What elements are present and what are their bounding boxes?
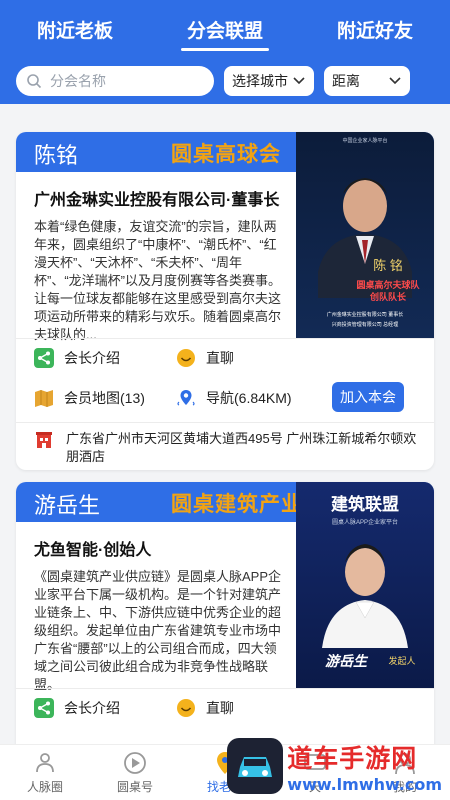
card-body: 尤鱼智能·创始人 《圆桌建筑产业供应链》是圆桌人脉APP企业家平台下属一级机构。… (16, 522, 296, 694)
branch-tag: 圆桌高球会 (171, 143, 281, 166)
photo-caption-top: 圆桌人脉APP企业家平台 (332, 518, 398, 526)
tab-bar: 附近老板 分会联盟 附近好友 (0, 16, 450, 51)
chat-label: 直聊 (206, 350, 234, 366)
search-input[interactable]: 分会名称 (16, 66, 214, 96)
card-body: 广州金琳实业控股有限公司·董事长 本着“绿色健康，友谊交流”的宗旨，建队两年来，… (16, 172, 296, 344)
share-icon (34, 698, 54, 718)
leader-intro-button[interactable]: 会长介绍 (34, 348, 120, 368)
leader-photo[interactable]: 建筑联盟 圆桌人脉APP企业家平台 游岳生 发起人 (296, 482, 434, 688)
header: 附近老板 分会联盟 附近好友 分会名称 选择城市 距离 (0, 0, 450, 104)
member-map-label: 会员地图(13) (64, 390, 145, 406)
branch-tag: 圆桌建筑产业 (171, 493, 303, 516)
watermark-logo-icon (227, 738, 284, 794)
member-map-button[interactable]: 会员地图(13) (34, 388, 145, 408)
play-badge-icon (124, 752, 146, 774)
location-pin-icon (177, 390, 195, 406)
photo-title: 建筑联盟 (331, 494, 399, 514)
leader-photo[interactable]: 中国企业家人脉平台 陈 铭 圆桌高尔夫球队 创队队长 广州金琳实业控股有限公司 … (296, 132, 434, 338)
watermark: 道车手游网 www.lmwhw.com (227, 738, 442, 794)
search-placeholder: 分会名称 (50, 73, 106, 89)
company-title: 尤鱼智能·创始人 (34, 542, 152, 559)
photo-sub-2: 兴商投资管理有限公司 总经理 (332, 321, 398, 328)
distance-select-label: 距离 (332, 73, 360, 89)
address: 广东省广州市天河区黄埔大道西495号 广州珠江新城希尔顿欢朋酒店 (34, 430, 424, 466)
building-icon (36, 432, 52, 448)
photo-caption-top: 中国企业家人脉平台 (342, 137, 387, 144)
filter-bar: 分会名称 选择城市 距离 (16, 66, 434, 96)
tab-nearby-friends[interactable]: 附近好友 (331, 16, 419, 51)
photo-name: 陈 铭 (373, 258, 403, 273)
photo-title-2: 创队队长 (369, 291, 407, 302)
leader-name: 陈铭 (34, 143, 79, 168)
divider (16, 422, 434, 423)
share-icon (34, 348, 54, 368)
nav-contacts[interactable]: 人脉圈 (10, 750, 80, 795)
people-circle-icon (36, 753, 54, 773)
chat-smile-icon (177, 699, 195, 717)
leader-intro-label: 会长介绍 (64, 350, 120, 366)
company-title: 广州金琳实业控股有限公司·董事长 (34, 192, 280, 209)
chat-button[interactable]: 直聊 (176, 348, 234, 368)
search-icon (27, 74, 42, 89)
branch-card[interactable]: 游岳生 圆桌建筑产业 建筑联盟 圆桌人脉APP企业家平台 游岳生 发起人 尤鱼智… (16, 482, 434, 744)
photo-name: 游岳生 (325, 653, 369, 669)
branch-list[interactable]: 陈铭 圆桌高球会 中国企业家人脉平台 陈 铭 圆桌高尔夫球队 创队队长 广州金琳… (0, 104, 450, 744)
photo-sub-1: 广州金琳实业控股有限公司 董事长 (327, 311, 403, 318)
watermark-title: 道车手游网 (287, 743, 418, 773)
leader-intro-button[interactable]: 会长介绍 (34, 698, 120, 718)
photo-title-1: 圆桌高尔夫球队 (356, 279, 420, 290)
chat-smile-icon (177, 349, 195, 367)
chevron-down-icon (293, 77, 305, 85)
navigation-label: 导航(6.84KM) (206, 390, 292, 406)
leader-name: 游岳生 (34, 493, 101, 518)
tab-branch-alliance[interactable]: 分会联盟 (180, 16, 270, 51)
nav-table-id-label: 圆桌号 (116, 780, 153, 794)
branch-description: 本着“绿色健康，友谊交流”的宗旨，建队两年来，圆桌组织了“中康杯”、“潮氏杯”、… (34, 219, 282, 342)
leader-intro-label: 会长介绍 (64, 700, 120, 716)
chat-label: 直聊 (206, 700, 234, 716)
watermark-url: www.lmwhw.com (287, 774, 442, 794)
photo-role: 发起人 (388, 655, 415, 666)
divider (16, 688, 434, 689)
branch-card[interactable]: 陈铭 圆桌高球会 中国企业家人脉平台 陈 铭 圆桌高尔夫球队 创队队长 广州金琳… (16, 132, 434, 470)
distance-select[interactable]: 距离 (324, 66, 410, 96)
chevron-down-icon (389, 77, 401, 85)
join-branch-button[interactable]: 加入本会 (332, 382, 404, 412)
branch-description: 《圆桌建筑产业供应链》是圆桌人脉APP企业家平台下属一级机构。是一个针对建筑产业… (34, 569, 282, 692)
divider (16, 338, 434, 339)
nav-contacts-label: 人脉圈 (26, 780, 63, 794)
tab-nearby-bosses[interactable]: 附近老板 (31, 16, 119, 51)
city-select-label: 选择城市 (232, 73, 288, 89)
address-text: 广东省广州市天河区黄埔大道西495号 广州珠江新城希尔顿欢朋酒店 (66, 431, 417, 464)
navigation-button[interactable]: 导航(6.84KM) (176, 388, 292, 408)
map-icon (35, 390, 53, 407)
nav-table-id[interactable]: 圆桌号 (100, 750, 170, 795)
city-select[interactable]: 选择城市 (224, 66, 314, 96)
chat-button[interactable]: 直聊 (176, 698, 234, 718)
